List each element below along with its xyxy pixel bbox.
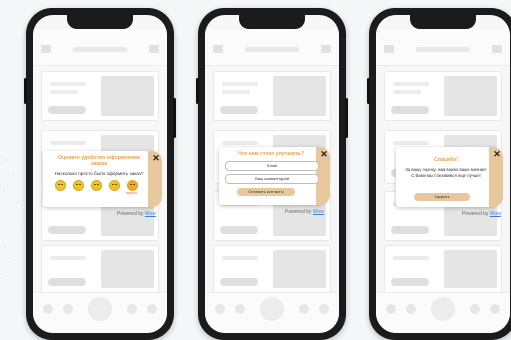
heart-eyes-icon[interactable]	[127, 180, 138, 191]
thanks-message-line2: С Вами мы становимся еще лучше!	[411, 173, 481, 178]
powered-by: Powered by Wow	[117, 211, 156, 217]
brand-link[interactable]: Wow	[490, 211, 501, 217]
phone-screen: ✕ Спасибо! За вашу оценку, нам важно ваш…	[376, 15, 510, 333]
thanks-message-line1: За вашу оценку, нам важно ваше мнение!	[405, 167, 487, 172]
email-field[interactable]: Email	[225, 161, 319, 171]
phone-mockup-3: ✕ Спасибо! За вашу оценку, нам важно ваш…	[367, 8, 511, 340]
powered-by: Powered by Wow	[462, 211, 501, 217]
brand-link[interactable]: Wow	[145, 211, 156, 217]
comment-field[interactable]: Ваш комментарий	[225, 174, 319, 184]
feedback-popup: ✕ Что нам стоит улучшить? Email Ваш комм…	[219, 147, 330, 205]
phone-notch	[410, 15, 476, 29]
thanks-popup: ✕ Спасибо! За вашу оценку, нам важно ваш…	[396, 147, 503, 207]
popup-title: Спасибо!	[434, 157, 458, 163]
popup-title: Что нам стоит улучшить?	[237, 151, 305, 157]
face-4-icon[interactable]	[109, 180, 120, 191]
phone-screen: ✕ Оцените удобство оформления заказа Нас…	[33, 15, 167, 333]
submit-contacts-button[interactable]: Оставить контакты	[237, 188, 295, 196]
phone-screen: ✕ Что нам стоит улучшить? Email Ваш комм…	[205, 15, 339, 333]
rating-popup: ✕ Оцените удобство оформления заказа Нас…	[43, 151, 162, 207]
close-button[interactable]: Закрыть	[414, 193, 470, 201]
phone-mockup-2: ✕ Что нам стоит улучшить? Email Ваш комм…	[196, 8, 348, 340]
phone-notch	[239, 15, 305, 29]
powered-by: Powered by Wow	[285, 209, 324, 215]
brand-link[interactable]: Wow	[313, 209, 324, 215]
face-1-icon[interactable]	[55, 180, 66, 191]
phone-mockup-1: ✕ Оцените удобство оформления заказа Нас…	[24, 8, 176, 340]
emoji-label: просто	[126, 191, 138, 195]
popup-title: Оцените удобство оформления заказа	[57, 155, 140, 167]
phone-notch	[67, 15, 133, 29]
popup-question: Насколько просто было оформить заказ?	[54, 171, 144, 176]
face-2-icon[interactable]	[73, 180, 84, 191]
face-3-icon[interactable]	[91, 180, 102, 191]
